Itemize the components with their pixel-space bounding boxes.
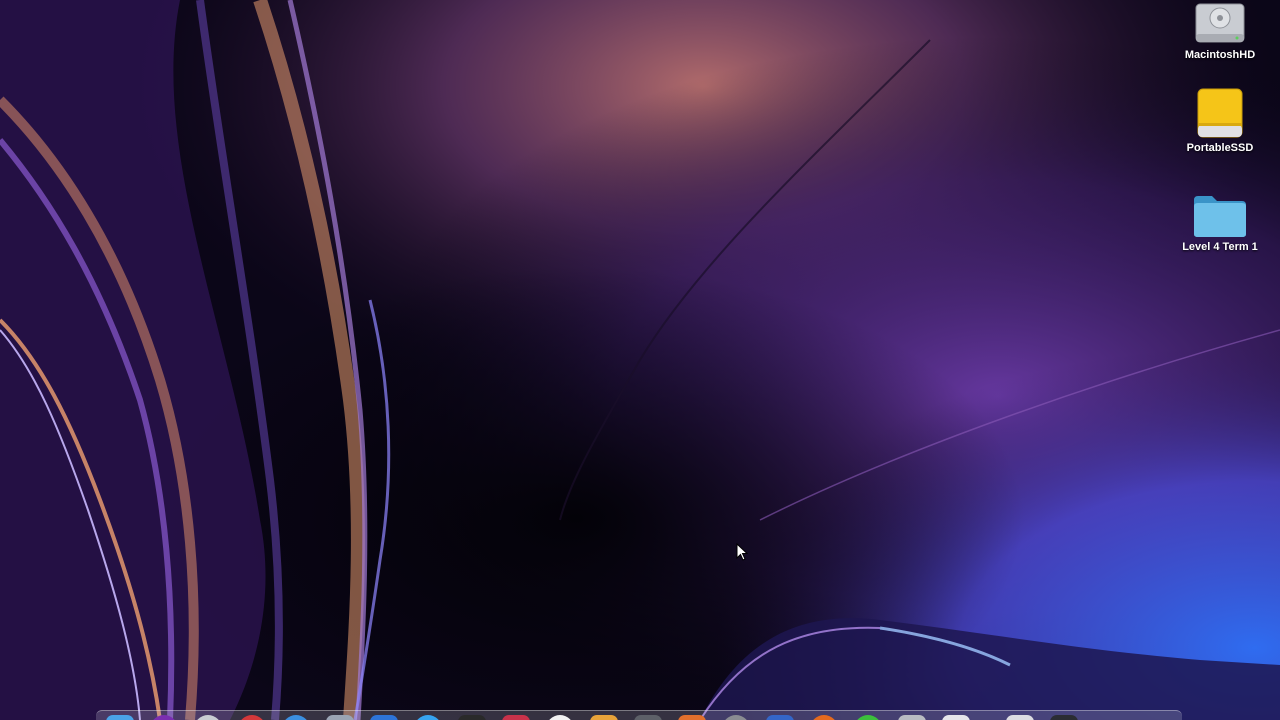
app-grid-icon[interactable] xyxy=(766,715,794,720)
desktop-icon-label: PortableSSD xyxy=(1186,142,1254,154)
desktop-icons: MacintoshHD PortableSSD Level 4 Term 1 xyxy=(1160,0,1280,300)
hard-drive-icon xyxy=(1190,0,1250,46)
siri-icon[interactable] xyxy=(150,715,178,720)
wallpaper xyxy=(0,0,1280,720)
portable-ssd-desktop-icon[interactable]: PortableSSD xyxy=(1160,87,1280,154)
app-orange-icon[interactable] xyxy=(590,715,618,720)
app-silver-icon[interactable] xyxy=(898,715,926,720)
finder-icon[interactable] xyxy=(106,715,134,720)
mouse-pointer-icon xyxy=(736,543,748,561)
desktop-icon-label: MacintoshHD xyxy=(1184,49,1256,61)
terminal-icon[interactable] xyxy=(458,715,486,720)
app-green-icon[interactable] xyxy=(854,715,882,720)
app-crimson-icon[interactable] xyxy=(502,715,530,720)
macintosh-hd-desktop-icon[interactable]: MacintoshHD xyxy=(1160,0,1280,61)
document-icon[interactable] xyxy=(942,715,970,720)
app-sky-icon[interactable] xyxy=(414,715,442,720)
safari-icon[interactable] xyxy=(282,715,310,720)
folder-stack-icon[interactable] xyxy=(1006,715,1034,720)
trash-icon[interactable] xyxy=(1050,715,1078,720)
external-drive-icon xyxy=(1190,87,1250,139)
dock xyxy=(96,710,1182,720)
desktop-icon-label: Level 4 Term 1 xyxy=(1182,241,1258,253)
app-globe-icon[interactable] xyxy=(326,715,354,720)
app-blue-icon[interactable] xyxy=(370,715,398,720)
system-preferences-icon[interactable] xyxy=(722,715,750,720)
app-flame-icon[interactable] xyxy=(678,715,706,720)
launchpad-icon[interactable] xyxy=(194,715,222,720)
app-white-red-icon[interactable] xyxy=(546,715,574,720)
app-gray-icon[interactable] xyxy=(634,715,662,720)
app-red-icon[interactable] xyxy=(238,715,266,720)
app-orange-round-icon[interactable] xyxy=(810,715,838,720)
level-4-term-1-folder[interactable]: Level 4 Term 1 xyxy=(1160,186,1280,253)
folder-icon xyxy=(1190,186,1250,238)
desktop[interactable]: MacintoshHD PortableSSD Level 4 Term 1 xyxy=(0,0,1280,720)
